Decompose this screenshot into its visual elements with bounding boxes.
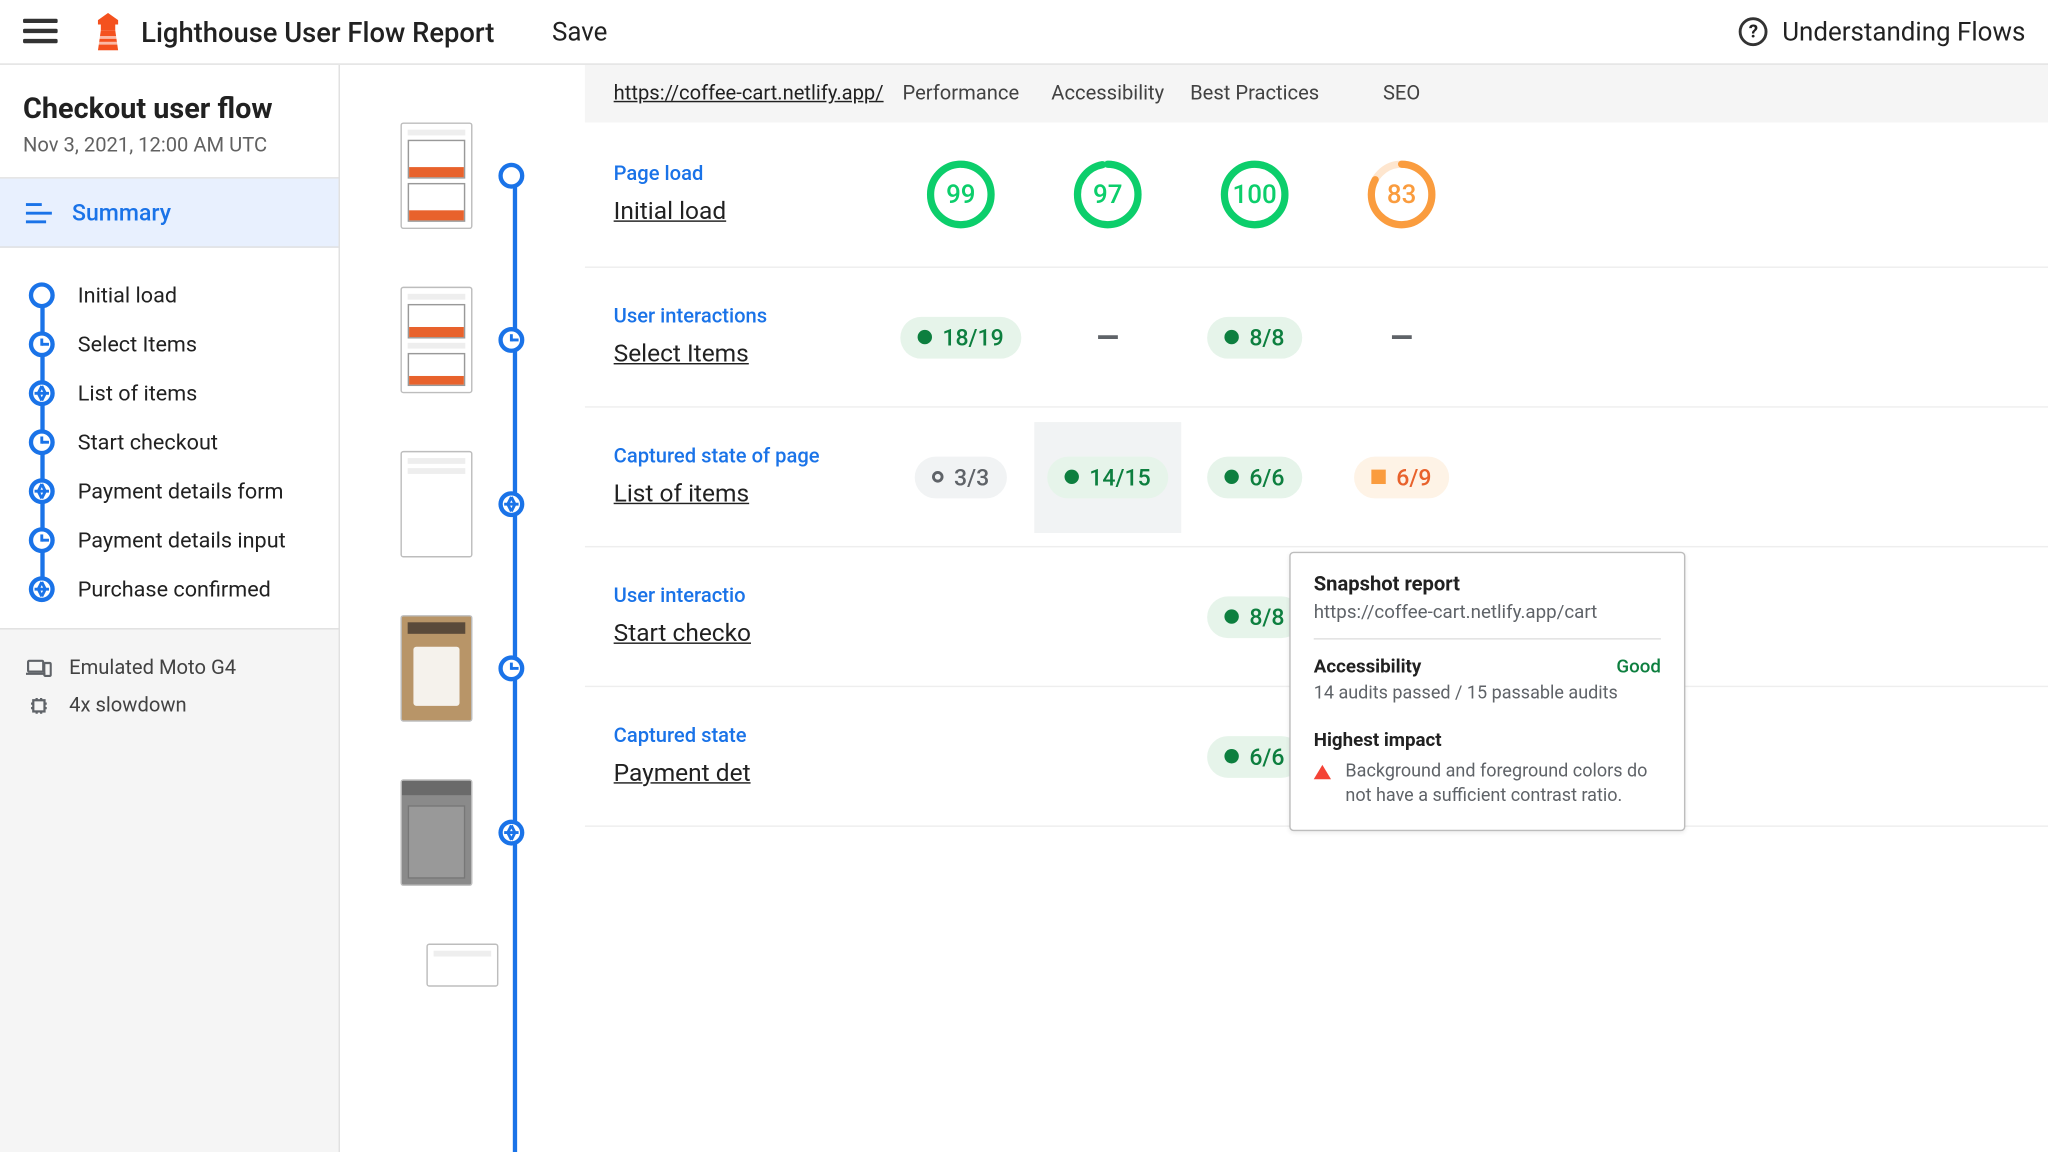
aperture-icon (498, 820, 524, 846)
col-performance: Performance (887, 82, 1034, 105)
device-icon (26, 658, 52, 678)
step-label: Payment details input (78, 527, 286, 553)
sidebar-footer: Emulated Moto G4 4x slowdown (0, 629, 339, 1152)
row-step-name[interactable]: List of items (614, 480, 888, 509)
thumbnail[interactable] (400, 779, 472, 886)
col-best-practices: Best Practices (1181, 82, 1328, 105)
tooltip-impact-text: Background and foreground colors do not … (1345, 761, 1660, 810)
tooltip-title: Snapshot report (1314, 573, 1661, 596)
score-chip[interactable]: 8/8 (1208, 316, 1302, 358)
tooltip-category: Accessibility (1314, 657, 1422, 679)
tooltip-rating: Good (1616, 657, 1661, 679)
row-step-name[interactable]: Select Items (614, 340, 888, 369)
aperture-icon (498, 491, 524, 517)
clock-icon (498, 327, 524, 353)
thumbnail[interactable] (426, 944, 498, 987)
score-chip[interactable]: 18/19 (901, 316, 1021, 358)
row-type-label: User interactions (614, 305, 888, 328)
step-label: Start checkout (78, 429, 218, 455)
summary-main: https://coffee-cart.netlify.app/ Perform… (585, 65, 2048, 1152)
row-type-label: Captured state (614, 725, 888, 748)
flow-title: Checkout user flow (23, 91, 315, 126)
dash-cell: — (1097, 320, 1119, 355)
menu-icon[interactable] (23, 19, 58, 45)
summary-label: Summary (72, 199, 171, 226)
score-gauge[interactable]: 99 (926, 160, 995, 229)
col-accessibility: Accessibility (1034, 82, 1181, 105)
step-label: Purchase confirmed (78, 576, 271, 602)
sidebar-summary[interactable]: Summary (0, 179, 339, 248)
score-gauge[interactable]: 97 (1073, 160, 1142, 229)
sidebar-step[interactable]: Start checkout (29, 418, 339, 467)
column-headers: https://coffee-cart.netlify.app/ Perform… (585, 65, 2048, 123)
row-step-name[interactable]: Payment det (614, 759, 888, 788)
report-title: Lighthouse User Flow Report (141, 15, 494, 48)
summary-row: Captured state of page List of items 3/3 14… (585, 408, 2048, 548)
clock-icon (29, 527, 55, 553)
score-chip[interactable]: 6/6 (1208, 735, 1302, 777)
thumbnail[interactable] (400, 451, 472, 558)
aperture-icon (29, 380, 55, 406)
thumbnail[interactable] (400, 615, 472, 722)
summary-row: Page load Initial load 99 97 100 83 (585, 122, 2048, 267)
score-gauge[interactable]: 100 (1220, 160, 1289, 229)
device-label: Emulated Moto G4 (69, 657, 236, 680)
clock-icon (29, 429, 55, 455)
warning-icon (1314, 765, 1331, 779)
throttle-label: 4x slowdown (69, 694, 186, 717)
lighthouse-icon (92, 13, 124, 50)
score-chip[interactable]: 3/3 (915, 456, 1006, 498)
score-chip[interactable]: 8/8 (1208, 596, 1302, 638)
help-label: Understanding Flows (1782, 17, 2025, 47)
score-chip[interactable]: 6/9 (1354, 456, 1448, 498)
sidebar-step[interactable]: Initial load (29, 271, 339, 320)
app-header: Lighthouse User Flow Report Save ? Under… (0, 0, 2048, 65)
circle-icon (29, 282, 55, 308)
row-type-label: Captured state of page (614, 445, 888, 468)
flow-url[interactable]: https://coffee-cart.netlify.app/ (614, 82, 888, 105)
dash-cell: — (1391, 320, 1413, 355)
sidebar-step[interactable]: Purchase confirmed (29, 565, 339, 614)
circle-icon (498, 163, 524, 189)
row-type-label: User interactio (614, 585, 888, 608)
score-chip[interactable]: 6/6 (1208, 456, 1302, 498)
sidebar: Checkout user flow Nov 3, 2021, 12:00 AM… (0, 65, 340, 1152)
step-label: List of items (78, 380, 198, 406)
row-type-label: Page load (614, 163, 888, 186)
help-icon: ? (1739, 17, 1768, 46)
step-label: Payment details form (78, 478, 284, 504)
thumbnail[interactable] (400, 287, 472, 394)
score-gauge[interactable]: 83 (1367, 160, 1436, 229)
sidebar-step[interactable]: List of items (29, 369, 339, 418)
cpu-icon (26, 696, 52, 716)
flow-date: Nov 3, 2021, 12:00 AM UTC (23, 134, 315, 157)
aperture-icon (29, 478, 55, 504)
tooltip-url: https://coffee-cart.netlify.app/cart (1314, 602, 1661, 639)
row-step-name[interactable]: Initial load (614, 197, 888, 226)
sidebar-step[interactable]: Select Items (29, 320, 339, 369)
sidebar-step[interactable]: Payment details input (29, 516, 339, 565)
clock-icon (29, 331, 55, 357)
help-link[interactable]: ? Understanding Flows (1739, 17, 2025, 47)
summary-row: User interactions Select Items 18/19 — 8/8 — (585, 268, 2048, 408)
aperture-icon (29, 576, 55, 602)
step-label: Initial load (78, 282, 177, 308)
summary-icon (26, 202, 52, 222)
score-chip[interactable]: 14/15 (1048, 456, 1168, 498)
save-button[interactable]: Save (552, 17, 607, 47)
timeline (340, 65, 585, 1152)
clock-icon (498, 655, 524, 681)
tooltip-impact-label: Highest impact (1314, 730, 1442, 752)
step-label: Select Items (78, 331, 197, 357)
col-seo: SEO (1328, 82, 1475, 105)
tooltip-detail: 14 audits passed / 15 passable audits (1314, 683, 1661, 705)
sidebar-step[interactable]: Payment details form (29, 467, 339, 516)
row-step-name[interactable]: Start checko (614, 619, 888, 648)
tooltip-card: Snapshot report https://coffee-cart.netl… (1289, 552, 1685, 831)
sidebar-steps: Initial load Select Items List of items Sta… (0, 248, 339, 630)
thumbnail[interactable] (400, 122, 472, 229)
